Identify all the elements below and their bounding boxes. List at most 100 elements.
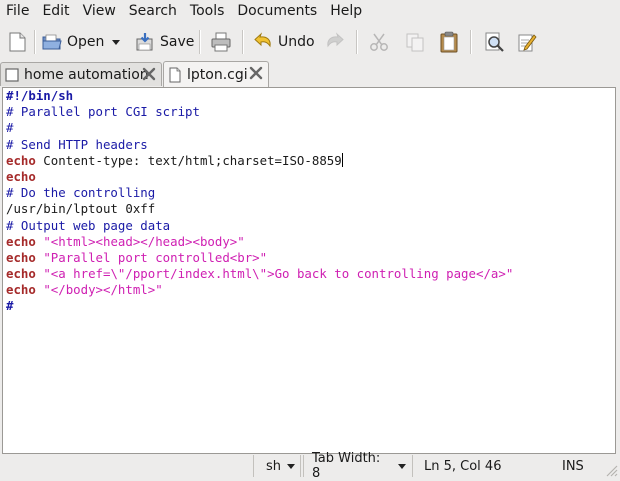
status-bar: sh Tab Width: 8 Ln 5, Col 46 INS xyxy=(0,451,620,481)
language-selector[interactable]: sh xyxy=(253,455,301,477)
redo-icon xyxy=(327,32,344,48)
undo-icon xyxy=(254,32,271,48)
replace-button[interactable] xyxy=(516,28,538,56)
menu-search-label: Search xyxy=(128,3,177,19)
tab-label: lpton.cgi xyxy=(187,66,248,83)
print-button[interactable] xyxy=(210,28,232,56)
document-icon xyxy=(5,67,19,82)
chevron-down-icon xyxy=(398,463,406,469)
scissors-icon xyxy=(370,33,388,51)
copy-icon xyxy=(406,33,424,52)
resize-grip-icon[interactable] xyxy=(604,463,618,477)
search-icon xyxy=(485,32,504,52)
code-token: "<a href=\"/pport/index.html\">Go back t… xyxy=(43,266,514,282)
text-cursor xyxy=(341,152,343,167)
tab-home-automation[interactable]: home automation xyxy=(0,62,162,86)
menu-file-label: File xyxy=(6,3,30,19)
code-line[interactable]: #!/bin/sh xyxy=(6,88,513,104)
chevron-down-icon xyxy=(112,39,120,45)
code-token: echo xyxy=(6,168,36,184)
document-icon xyxy=(169,67,181,82)
insert-mode: INS xyxy=(562,455,584,477)
menu-help[interactable]: Help xyxy=(324,0,362,23)
code-token: Content-type: text/html;charset=ISO-8859 xyxy=(35,152,342,168)
open-button[interactable]: Open xyxy=(41,28,104,56)
code-token: echo xyxy=(6,266,36,282)
redo-button[interactable] xyxy=(324,28,344,56)
menu-edit-label: Edit xyxy=(42,3,70,19)
open-recent-dropdown[interactable] xyxy=(106,28,120,56)
close-icon[interactable] xyxy=(141,66,157,82)
menu-view-label: View xyxy=(82,3,116,19)
code-token: echo xyxy=(6,233,36,249)
save-label: Save xyxy=(160,34,195,50)
toolbar-separator xyxy=(356,30,358,54)
copy-button[interactable] xyxy=(404,28,426,56)
toolbar-separator xyxy=(242,30,244,54)
code-line[interactable]: # xyxy=(6,120,513,136)
code-line[interactable]: # Do the controlling xyxy=(6,185,513,201)
code-token: # xyxy=(6,120,14,136)
cursor-position: Ln 5, Col 46 xyxy=(424,455,501,477)
code-line[interactable]: # Output web page data xyxy=(6,218,513,234)
open-folder-icon xyxy=(42,34,62,50)
code-token: #!/bin/sh xyxy=(6,88,74,103)
cut-button[interactable] xyxy=(368,28,390,56)
code-token: # Send HTTP headers xyxy=(6,136,148,152)
code-line[interactable]: echo "</body></html>" xyxy=(6,282,513,298)
open-label: Open xyxy=(67,34,105,50)
toolbar-separator xyxy=(470,30,472,54)
code-token: "Parallel port controlled<br>" xyxy=(43,249,268,265)
tab-label: home automation xyxy=(24,66,149,83)
code-token: echo xyxy=(6,249,36,265)
menu-view[interactable]: View xyxy=(77,0,116,23)
printer-icon xyxy=(211,32,231,52)
code-line[interactable]: echo Content-type: text/html;charset=ISO… xyxy=(6,152,513,169)
toolbar-separator xyxy=(199,30,201,54)
code-token: echo xyxy=(6,282,36,298)
code-line[interactable]: # Send HTTP headers xyxy=(6,137,513,153)
code-line[interactable]: echo xyxy=(6,169,513,185)
menu-search[interactable]: Search xyxy=(123,0,177,23)
chevron-down-icon xyxy=(287,463,296,469)
menu-tools[interactable]: Tools xyxy=(184,0,225,23)
code-line[interactable]: echo "<html><head></head><body>" xyxy=(6,234,513,250)
code-line[interactable]: echo "<a href=\"/pport/index.html\">Go b… xyxy=(6,266,513,282)
code-line[interactable]: /usr/bin/lptout 0xff xyxy=(6,201,513,217)
code-line[interactable]: # Parallel port CGI script xyxy=(6,104,513,120)
menu-documents-label: Documents xyxy=(237,3,318,19)
find-button[interactable] xyxy=(483,28,505,56)
menu-edit[interactable]: Edit xyxy=(36,0,69,23)
menu-documents[interactable]: Documents xyxy=(231,0,317,23)
code-token: "<html><head></head><body>" xyxy=(43,233,245,249)
code-token: # xyxy=(6,298,14,314)
tab-lpton-cgi[interactable]: lpton.cgi xyxy=(163,61,269,87)
new-button[interactable] xyxy=(6,28,28,56)
undo-label: Undo xyxy=(278,34,315,50)
code-token: # Output web page data xyxy=(6,217,171,233)
close-icon[interactable] xyxy=(248,65,264,81)
menu-bar: File Edit View Search Tools Documents He… xyxy=(0,0,620,23)
menu-help-label: Help xyxy=(330,3,363,19)
code-area[interactable]: #!/bin/sh # Parallel port CGI script # # Se… xyxy=(6,88,513,315)
undo-button[interactable]: Undo xyxy=(254,28,315,56)
toolbar: Open Save Undo xyxy=(0,24,620,60)
code-token: # Parallel port CGI script xyxy=(6,104,200,120)
save-icon xyxy=(136,33,153,51)
cursor-position-label: Ln 5, Col 46 xyxy=(424,458,502,474)
toolbar-separator xyxy=(34,30,36,54)
paste-button[interactable] xyxy=(438,28,460,56)
code-token: /usr/bin/lptout 0xff xyxy=(6,201,156,217)
document-tabs: home automation lpton.cgi xyxy=(0,60,620,87)
save-button[interactable]: Save xyxy=(134,28,194,56)
code-line[interactable]: echo "Parallel port controlled<br>" xyxy=(6,250,513,266)
text-editor[interactable]: #!/bin/sh # Parallel port CGI script # # Se… xyxy=(2,87,616,454)
menu-file[interactable]: File xyxy=(0,0,29,23)
language-label: sh xyxy=(266,458,282,474)
menu-tools-label: Tools xyxy=(189,3,225,19)
tab-width-selector[interactable]: Tab Width: 8 xyxy=(303,451,413,481)
code-token: echo xyxy=(6,152,36,168)
new-document-icon xyxy=(9,32,26,52)
code-line[interactable]: # xyxy=(6,298,513,314)
code-token: # Do the controlling xyxy=(6,185,156,201)
